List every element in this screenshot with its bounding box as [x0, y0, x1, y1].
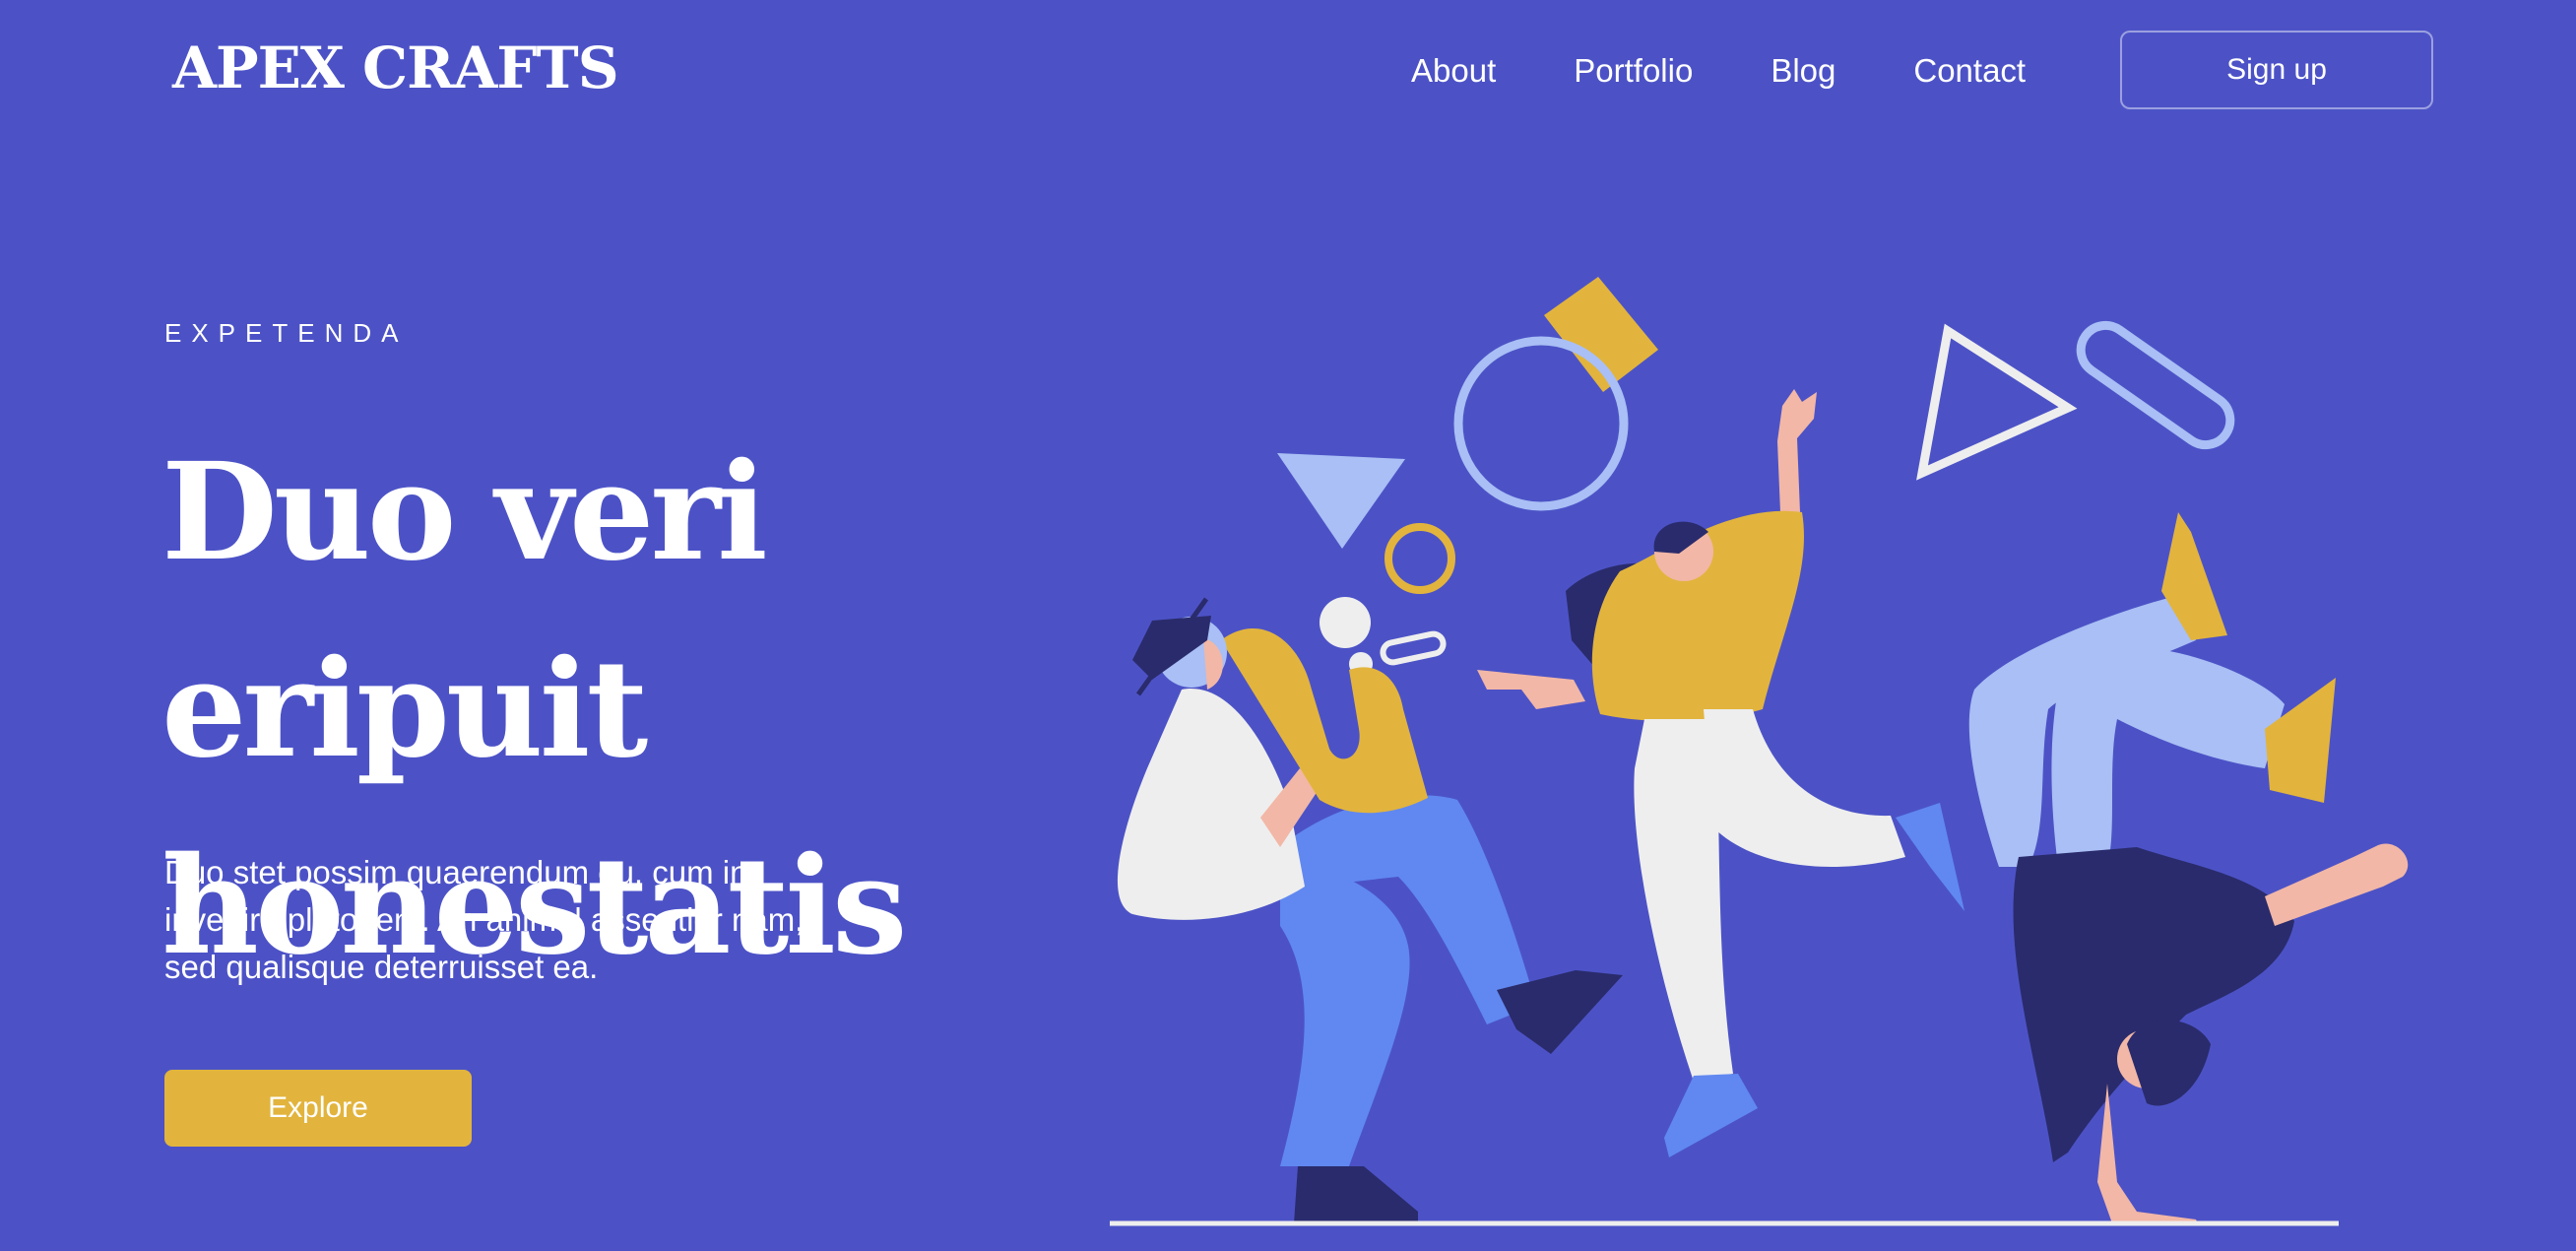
middle-dancer-back-leg	[1704, 709, 1905, 867]
breakdancer-hair	[2127, 1020, 2211, 1106]
light-blue-pill-shape	[2076, 320, 2235, 450]
breakdancer-extended-leg	[2265, 843, 2409, 926]
dancers-illustration	[1110, 277, 2409, 1226]
sax-player-left-leg	[1280, 859, 1410, 1166]
yellow-ring-shape	[1385, 523, 1455, 594]
white-pill-shape	[1380, 630, 1447, 666]
sax-player-left-shoe	[1294, 1166, 1418, 1223]
white-dot-shape	[1320, 597, 1371, 648]
light-blue-ring-shape	[1453, 336, 1629, 511]
middle-dancer-back-shoe	[1896, 803, 1964, 911]
breakdancer-figure	[1968, 512, 2409, 1223]
white-outline-triangle-shape	[1916, 323, 2078, 481]
breakdancer-shorts	[2013, 847, 2294, 1162]
middle-dancer-left-arm	[1477, 670, 1585, 709]
middle-dancer-front-shoe	[1664, 1074, 1758, 1157]
breakdancer-leg-side	[2051, 645, 2285, 867]
light-blue-triangle-shape	[1277, 453, 1405, 549]
breakdancer-arm	[2097, 1084, 2198, 1223]
middle-dancer-raised-arm	[1777, 389, 1817, 512]
yellow-square-shape	[1544, 277, 1658, 392]
